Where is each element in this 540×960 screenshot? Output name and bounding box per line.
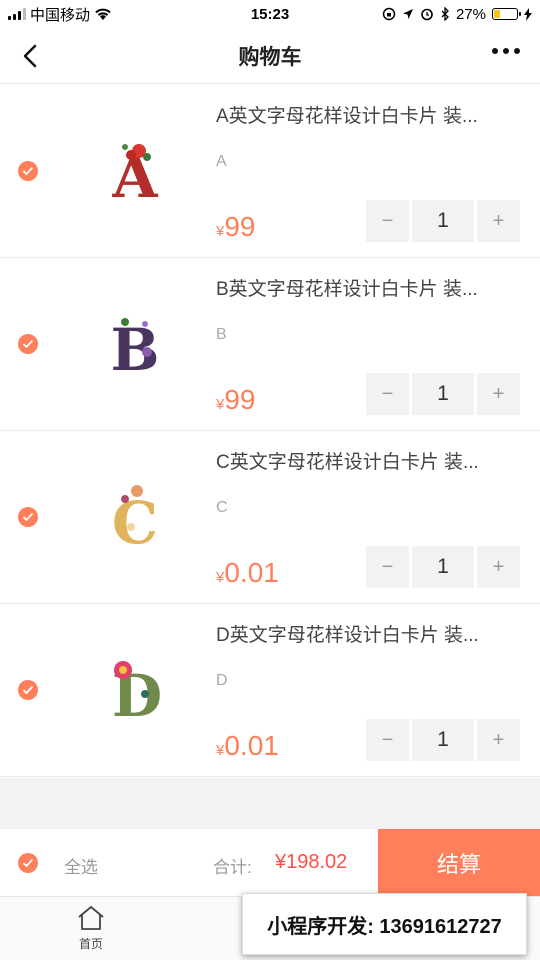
- status-bar: 中国移动 15:23 27%: [0, 0, 540, 28]
- checkmark-icon: [22, 512, 34, 522]
- bluetooth-icon: [441, 7, 449, 21]
- more-dot-icon: [492, 48, 498, 54]
- select-all-label[interactable]: 全选: [64, 853, 98, 878]
- status-left: 中国移动: [8, 4, 112, 25]
- product-title[interactable]: B英文字母花样设计白卡片 装...: [216, 274, 516, 301]
- item-checkbox[interactable]: [18, 161, 38, 181]
- checkout-button[interactable]: 结算: [378, 829, 540, 897]
- product-image[interactable]: C: [90, 467, 180, 567]
- decrease-button[interactable]: −: [366, 719, 409, 761]
- decrease-button[interactable]: −: [366, 200, 409, 242]
- total-value: ¥198.02: [275, 851, 348, 873]
- status-right: 27%: [382, 6, 532, 23]
- quantity-input[interactable]: 1: [412, 546, 474, 588]
- increase-button[interactable]: +: [477, 719, 520, 761]
- alarm-icon: [421, 8, 433, 21]
- price-value: 0.01: [224, 557, 279, 588]
- promo-banner: 小程序开发: 13691612727: [242, 893, 527, 955]
- decrease-button[interactable]: −: [366, 373, 409, 415]
- back-button[interactable]: [14, 40, 46, 72]
- item-checkbox[interactable]: [18, 680, 38, 700]
- increase-button[interactable]: +: [477, 200, 520, 242]
- floral-letter-c-image: C: [112, 485, 158, 557]
- product-spec: C: [216, 499, 228, 516]
- product-spec: D: [216, 672, 228, 689]
- cart-item: B B英文字母花样设计白卡片 装... B ¥99 − 1 +: [0, 258, 540, 431]
- product-title[interactable]: A英文字母花样设计白卡片 装...: [216, 101, 516, 128]
- increase-button[interactable]: +: [477, 546, 520, 588]
- increase-button[interactable]: +: [477, 373, 520, 415]
- product-spec: B: [216, 326, 227, 343]
- item-checkbox[interactable]: [18, 334, 38, 354]
- total-label: 合计:: [213, 858, 252, 877]
- tab-home-label: 首页: [78, 937, 103, 951]
- select-all-checkbox[interactable]: [18, 853, 38, 873]
- page-title: 购物车: [238, 45, 302, 69]
- product-price: ¥0.01: [216, 557, 279, 589]
- quantity-input[interactable]: 1: [412, 373, 474, 415]
- svg-text:B: B: [110, 316, 159, 384]
- product-price: ¥0.01: [216, 730, 279, 762]
- quantity-stepper: − 1 +: [366, 719, 520, 761]
- quantity-stepper: − 1 +: [366, 373, 520, 415]
- floral-letter-b-image: B: [110, 316, 159, 384]
- svg-text:C: C: [112, 489, 158, 557]
- price-value: 99: [224, 211, 256, 242]
- product-title[interactable]: C英文字母花样设计白卡片 装...: [216, 447, 516, 474]
- wifi-icon: [95, 8, 111, 20]
- carrier-label: 中国移动: [30, 6, 91, 24]
- floral-letter-d-image: D: [112, 661, 162, 730]
- checkmark-icon: [22, 685, 34, 695]
- checkmark-icon: [22, 339, 34, 349]
- battery-icon: [492, 8, 521, 20]
- cart-list: A A英文字母花样设计白卡片 装... A ¥99 − 1 + B B英文字母花…: [0, 85, 540, 777]
- price-value: 0.01: [224, 730, 279, 761]
- cart-item: A A英文字母花样设计白卡片 装... A ¥99 − 1 +: [0, 85, 540, 258]
- product-spec: A: [216, 153, 227, 170]
- nav-bar: 购物车: [0, 28, 540, 84]
- price-value: 99: [224, 384, 256, 415]
- product-title[interactable]: D英文字母花样设计白卡片 装...: [216, 620, 516, 647]
- tab-home[interactable]: 首页: [66, 905, 116, 952]
- location-icon: [402, 9, 413, 19]
- cart-item: D D英文字母花样设计白卡片 装... D ¥0.01 − 1 +: [0, 604, 540, 777]
- signal-icon: [8, 8, 26, 20]
- product-price: ¥99: [216, 384, 256, 416]
- checkout-bar: 全选 合计: ¥198.02 结算: [0, 828, 540, 897]
- quantity-stepper: − 1 +: [366, 200, 520, 242]
- more-menu-button[interactable]: [492, 48, 520, 54]
- charging-icon: [524, 7, 532, 21]
- home-icon: [78, 906, 104, 930]
- quantity-input[interactable]: 1: [412, 719, 474, 761]
- product-image[interactable]: D: [90, 640, 180, 740]
- back-arrow-icon: [23, 44, 37, 68]
- cart-item: C C英文字母花样设计白卡片 装... C ¥0.01 − 1 +: [0, 431, 540, 604]
- quantity-stepper: − 1 +: [366, 546, 520, 588]
- checkmark-icon: [22, 858, 34, 868]
- item-checkbox[interactable]: [18, 507, 38, 527]
- product-price: ¥99: [216, 211, 256, 243]
- more-dot-icon: [514, 48, 520, 54]
- decrease-button[interactable]: −: [366, 546, 409, 588]
- checkmark-icon: [22, 166, 34, 176]
- product-image[interactable]: A: [90, 121, 180, 221]
- quantity-input[interactable]: 1: [412, 200, 474, 242]
- list-footer-spacer: [0, 778, 540, 828]
- more-dot-icon: [503, 48, 509, 54]
- product-image[interactable]: B: [90, 294, 180, 394]
- rotation-lock-icon: [382, 7, 396, 21]
- floral-letter-a-image: A: [111, 143, 158, 211]
- battery-percent: 27%: [455, 5, 486, 23]
